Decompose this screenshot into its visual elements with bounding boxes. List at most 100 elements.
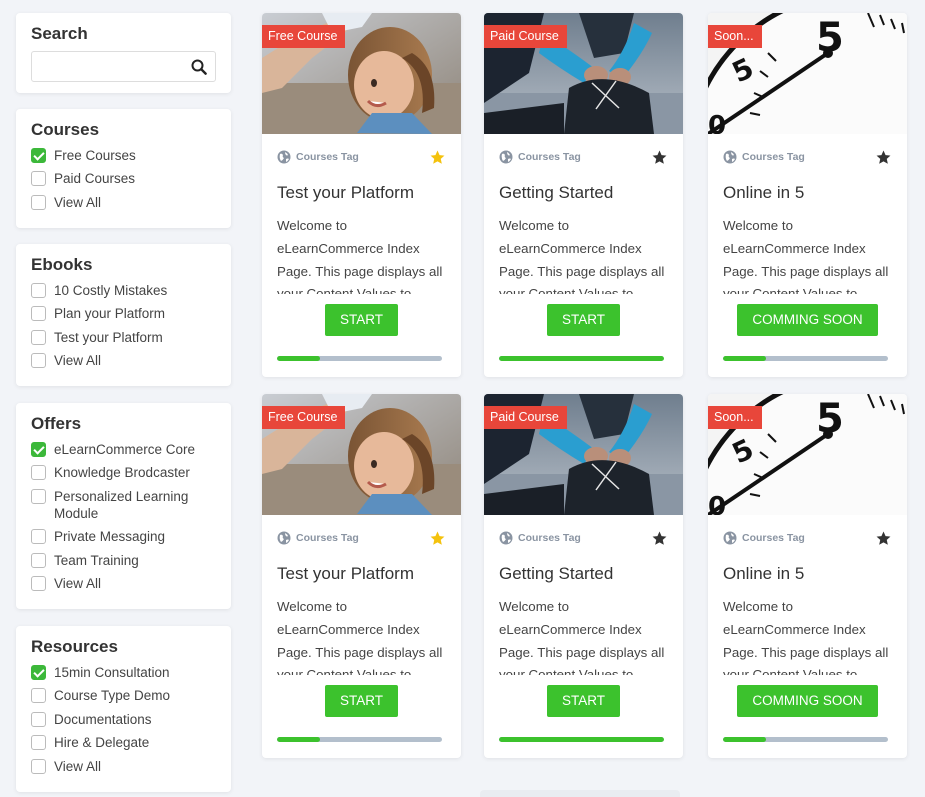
checkbox[interactable] (31, 283, 46, 298)
course-title[interactable]: Online in 5 (723, 183, 892, 203)
checkbox[interactable] (31, 353, 46, 369)
progress-bar (723, 356, 888, 361)
course-tag[interactable]: Courses Tag (742, 151, 875, 163)
filter-label: Plan your Platform (54, 306, 166, 322)
card-body: Courses Tag Test your Platform Welcome t… (262, 134, 461, 336)
course-thumbnail[interactable]: 5 5 0 Soon... (708, 13, 907, 134)
checkbox[interactable] (31, 442, 46, 457)
course-thumbnail[interactable]: Paid Course (484, 13, 683, 134)
start-button[interactable]: COMMING SOON (737, 685, 878, 717)
course-title[interactable]: Getting Started (499, 564, 668, 584)
filter-offer-private-messaging[interactable]: Private Messaging (31, 528, 216, 545)
course-tag[interactable]: Courses Tag (518, 151, 651, 163)
course-thumbnail[interactable]: 5 5 0 Soon... (708, 394, 907, 515)
next-card-edge (480, 790, 680, 797)
course-description: Welcome to eLearnCommerce Index Page. Th… (277, 599, 443, 675)
star-icon[interactable] (429, 530, 446, 547)
filter-offer-core[interactable]: eLearnCommerce Core (31, 441, 216, 458)
filter-view-all-resources[interactable]: View All (31, 758, 216, 775)
checkbox[interactable] (31, 194, 46, 210)
filter-resource-hire-delegate[interactable]: Hire & Delegate (31, 734, 216, 751)
course-title[interactable]: Test your Platform (277, 183, 446, 203)
checkbox[interactable] (31, 688, 46, 704)
checkbox[interactable] (31, 665, 46, 680)
globe-icon (499, 150, 513, 164)
checkbox[interactable] (31, 711, 46, 727)
filter-resource-consultation[interactable]: 15min Consultation (31, 664, 216, 681)
course-title[interactable]: Test your Platform (277, 564, 446, 584)
course-ribbon: Soon... (708, 406, 762, 429)
checkbox[interactable] (31, 465, 46, 481)
star-icon[interactable] (651, 530, 668, 547)
filter-label: View All (54, 353, 102, 369)
ebooks-title: Ebooks (31, 255, 93, 274)
course-card[interactable]: Free Course Courses Tag Test your Platfo… (262, 394, 461, 758)
star-icon[interactable] (875, 530, 892, 547)
course-card[interactable]: Paid Course Courses Tag Getting Started … (484, 394, 683, 758)
search-title: Search (31, 24, 88, 43)
course-tag[interactable]: Courses Tag (296, 151, 429, 163)
progress-fill (499, 737, 664, 742)
checkbox[interactable] (31, 529, 46, 545)
course-card[interactable]: Paid Course Courses Tag Getting Started … (484, 13, 683, 377)
filter-paid-courses[interactable]: Paid Courses (31, 170, 216, 187)
button-wrap: START (277, 685, 446, 717)
filter-label: Hire & Delegate (54, 735, 150, 751)
star-icon[interactable] (429, 149, 446, 166)
filter-resource-course-type-demo[interactable]: Course Type Demo (31, 687, 216, 704)
course-tag[interactable]: Courses Tag (742, 532, 875, 544)
card-body: Courses Tag Online in 5 Welcome to eLear… (708, 134, 907, 336)
course-ribbon: Paid Course (484, 25, 567, 48)
checkbox[interactable] (31, 488, 46, 504)
filter-view-all-offers[interactable]: View All (31, 575, 216, 592)
course-thumbnail[interactable]: Paid Course (484, 394, 683, 515)
star-icon[interactable] (651, 149, 668, 166)
progress-bar (499, 356, 664, 361)
start-button[interactable]: START (546, 304, 620, 336)
filter-offer-broadcaster[interactable]: Knowledge Brodcaster (31, 464, 216, 481)
filter-offer-team-training[interactable]: Team Training (31, 552, 216, 569)
course-card[interactable]: 5 5 0 Soon... Courses Tag Online in 5 We… (708, 394, 907, 758)
course-card[interactable]: Free Course Courses Tag Test your Platfo… (262, 13, 461, 377)
tag-row: Courses Tag (499, 530, 668, 546)
checkbox[interactable] (31, 552, 46, 568)
search-icon[interactable] (191, 59, 207, 75)
progress-fill (277, 737, 320, 742)
filter-view-all-courses[interactable]: View All (31, 194, 216, 211)
filter-label: 15min Consultation (54, 665, 170, 680)
star-icon[interactable] (875, 149, 892, 166)
progress-bar (277, 737, 442, 742)
checkbox[interactable] (31, 148, 46, 163)
filter-label: View All (54, 758, 102, 774)
filter-view-all-ebooks[interactable]: View All (31, 352, 216, 369)
checkbox[interactable] (31, 575, 46, 591)
filter-ebook-test-platform[interactable]: Test your Platform (31, 329, 216, 346)
filter-offer-personalized-learning[interactable]: Personalized Learning Module (31, 488, 216, 522)
start-button[interactable]: START (546, 685, 620, 717)
checkbox[interactable] (31, 735, 46, 751)
checkbox[interactable] (31, 758, 46, 774)
course-thumbnail[interactable]: Free Course (262, 13, 461, 134)
filter-resource-documentations[interactable]: Documentations (31, 711, 216, 728)
start-button[interactable]: START (324, 685, 398, 717)
start-button[interactable]: COMMING SOON (737, 304, 878, 336)
search-input[interactable] (32, 52, 215, 81)
courses-panel: Courses Free Courses Paid Courses View A… (16, 109, 231, 228)
filter-free-courses[interactable]: Free Courses (31, 147, 216, 164)
course-ribbon: Free Course (262, 406, 346, 436)
checkbox[interactable] (31, 306, 46, 322)
course-title[interactable]: Online in 5 (723, 564, 892, 584)
progress-fill (277, 356, 320, 361)
button-wrap: START (277, 304, 446, 336)
checkbox[interactable] (31, 329, 46, 345)
checkbox[interactable] (31, 171, 46, 187)
course-card[interactable]: 5 5 0 Soon... Courses Tag Online in 5 We… (708, 13, 907, 377)
filter-ebook-plan-platform[interactable]: Plan your Platform (31, 305, 216, 322)
course-tag[interactable]: Courses Tag (296, 532, 429, 544)
filter-ebook-costly-mistakes[interactable]: 10 Costly Mistakes (31, 282, 216, 299)
course-title[interactable]: Getting Started (499, 183, 668, 203)
filter-label: View All (54, 575, 102, 591)
start-button[interactable]: START (324, 304, 398, 336)
course-thumbnail[interactable]: Free Course (262, 394, 461, 515)
course-tag[interactable]: Courses Tag (518, 532, 651, 544)
